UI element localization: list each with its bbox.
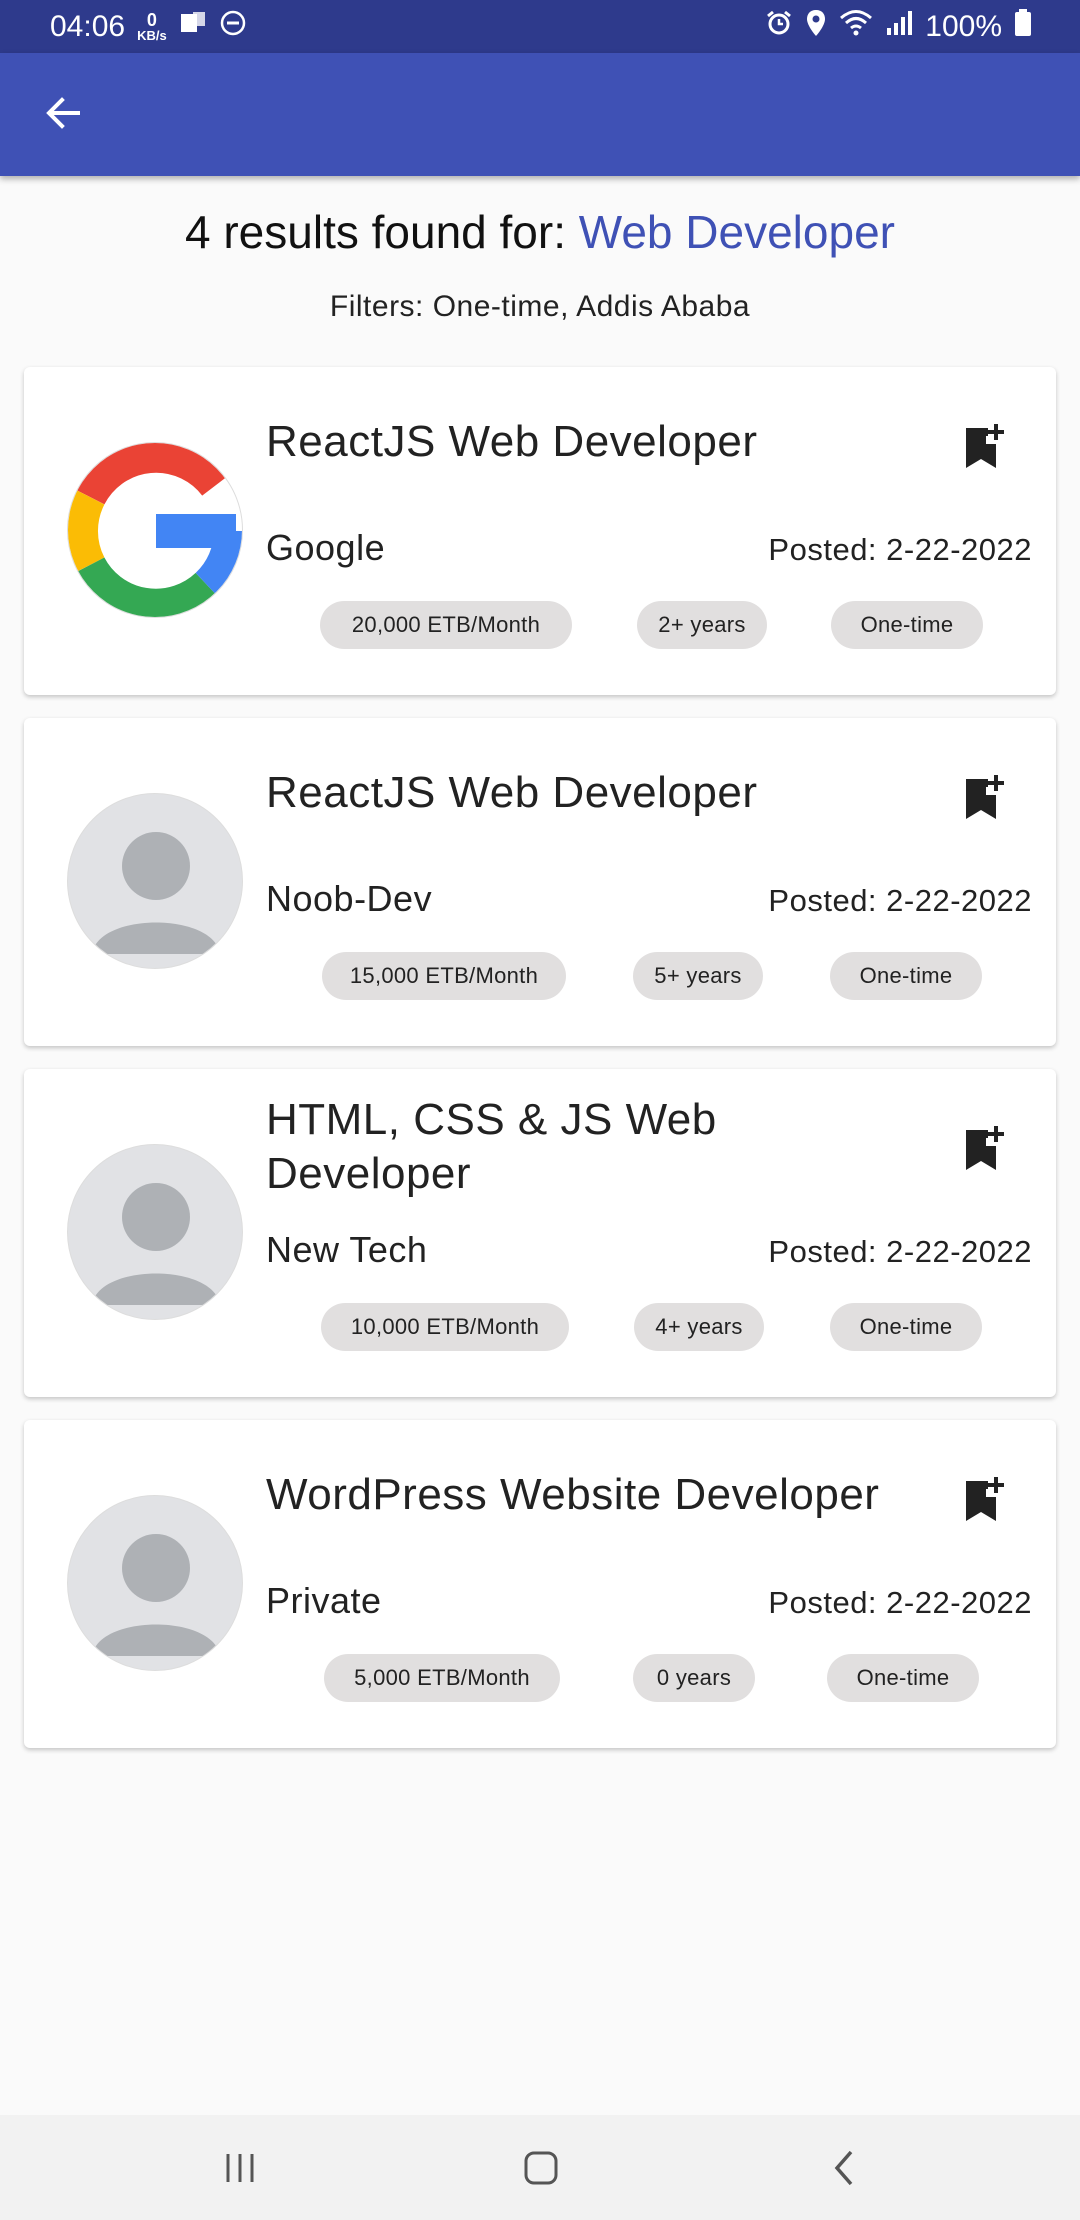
job-title: HTML, CSS & JS Web Developer [266,1095,717,1198]
location-icon [805,9,827,45]
bookmark-add-button[interactable] [962,422,1006,472]
clock: 04:06 [50,9,126,43]
salary-chip: 15,000 ETB/Month [322,952,566,1000]
experience-chip: 2+ years [637,601,767,649]
posted-date: Posted: 2-22-2022 [768,532,1032,567]
job-type-chip: One-time [827,1654,979,1702]
home-button[interactable] [511,2140,571,2196]
search-query: Web Developer [578,206,895,258]
salary-chip: 10,000 ETB/Month [321,1303,569,1351]
back-button[interactable] [36,87,88,139]
job-type-chip: One-time [830,1303,982,1351]
posted-date: Posted: 2-22-2022 [768,1585,1032,1620]
posted-date: Posted: 2-22-2022 [768,1234,1032,1269]
bookmark-add-icon [966,1477,1004,1521]
default-avatar-icon [67,1495,243,1671]
results-heading: 4 results found for: Web Developer [0,205,1080,259]
recent-apps-icon [226,2154,254,2182]
job-card[interactable]: HTML, CSS & JS Web Developer New Tech Po… [24,1069,1056,1397]
bookmark-add-icon [966,424,1004,468]
bookmark-add-icon [966,1126,1004,1170]
bookmark-add-button[interactable] [962,773,1006,823]
salary-chip: 5,000 ETB/Month [324,1654,560,1702]
battery-percent: 100% [925,9,1002,43]
job-title: ReactJS Web Developer [266,417,758,466]
system-nav-bar [0,2115,1080,2220]
job-type-chip: One-time [831,601,983,649]
google-logo [67,442,243,618]
alarm-icon [765,9,793,45]
bookmark-add-icon [966,775,1004,819]
network-speed: 0 KB/s [137,10,167,43]
salary-chip: 20,000 ETB/Month [320,601,572,649]
do-not-disturb-icon [219,9,247,45]
wifi-icon [839,9,873,45]
experience-chip: 0 years [633,1654,755,1702]
company-name: Noob-Dev [266,878,433,919]
battery-icon [1014,8,1032,45]
status-bar: 04:06 0 KB/s 100% [0,0,1080,53]
app-bar [0,53,1080,176]
system-back-button[interactable] [815,2140,875,2196]
chevron-left-icon [834,2150,853,2186]
notification-icon [179,10,207,44]
job-title: WordPress Website Developer [266,1470,880,1519]
results-count-text: 4 results found for: [185,206,579,258]
job-card[interactable]: ReactJS Web Developer Google Posted: 2-2… [24,367,1056,695]
job-title: ReactJS Web Developer [266,768,758,817]
bookmark-add-button[interactable] [962,1475,1006,1525]
arrow-back-icon [46,97,80,129]
default-avatar-icon [67,1144,243,1320]
company-name: New Tech [266,1229,428,1270]
signal-icon [885,10,913,44]
job-card[interactable]: WordPress Website Developer Private Post… [24,1420,1056,1748]
posted-date: Posted: 2-22-2022 [768,883,1032,918]
company-name: Google [266,527,386,568]
company-name: Private [266,1580,382,1621]
experience-chip: 5+ years [633,952,763,1000]
job-type-chip: One-time [830,952,982,1000]
filters-summary: Filters: One-time, Addis Ababa [329,290,751,323]
default-avatar-icon [67,793,243,969]
home-icon [524,2151,558,2185]
recent-apps-button[interactable] [210,2140,270,2196]
bookmark-add-button[interactable] [962,1124,1006,1174]
job-card[interactable]: ReactJS Web Developer Noob-Dev Posted: 2… [24,718,1056,1046]
experience-chip: 4+ years [634,1303,764,1351]
